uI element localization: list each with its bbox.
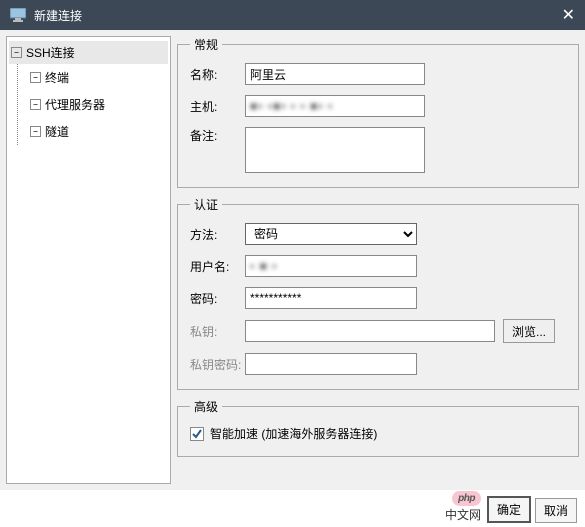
host-label: 主机: bbox=[190, 98, 245, 115]
user-label: 用户名: bbox=[190, 258, 245, 275]
brand-text: 中文网 bbox=[445, 506, 481, 523]
check-icon bbox=[191, 428, 203, 440]
tree-item-label: 代理服务器 bbox=[45, 96, 105, 113]
privkey-input[interactable] bbox=[245, 320, 495, 342]
advanced-legend: 高级 bbox=[190, 398, 222, 415]
app-icon bbox=[10, 8, 26, 22]
main-panel: 常规 名称: 主机: ■▪ ▪■▪ ▪ ▪ ■▪ ▪ 备注: 认证 方法: 密码 bbox=[177, 36, 579, 484]
privkey-pass-input[interactable] bbox=[245, 353, 417, 375]
name-label: 名称: bbox=[190, 66, 245, 83]
content: − SSH连接 − 终端 − 代理服务器 − 隧道 常规 名称: bbox=[0, 30, 585, 490]
accel-checkbox[interactable] bbox=[190, 427, 204, 441]
ok-button[interactable]: 确定 bbox=[487, 496, 531, 523]
user-input[interactable]: ▪ ■ ▪ bbox=[245, 255, 417, 277]
tree-item-label: 终端 bbox=[45, 69, 69, 86]
collapse-icon[interactable]: − bbox=[30, 126, 41, 137]
advanced-group: 高级 智能加速 (加速海外服务器连接) bbox=[177, 398, 579, 457]
tree-panel: − SSH连接 − 终端 − 代理服务器 − 隧道 bbox=[6, 36, 171, 484]
collapse-icon[interactable]: − bbox=[30, 99, 41, 110]
name-input[interactable] bbox=[245, 63, 425, 85]
method-select[interactable]: 密码 bbox=[245, 223, 417, 245]
accel-label: 智能加速 (加速海外服务器连接) bbox=[210, 425, 377, 442]
tree-children: − 终端 − 代理服务器 − 隧道 bbox=[17, 64, 168, 145]
collapse-icon[interactable]: − bbox=[11, 47, 22, 58]
brand-logo: php 中文网 bbox=[443, 491, 481, 523]
window-title: 新建连接 bbox=[34, 7, 82, 24]
titlebar: 新建连接 ✕ bbox=[0, 0, 585, 30]
tree-item-tunnel[interactable]: − 隧道 bbox=[28, 118, 168, 145]
privkey-label: 私钥: bbox=[190, 323, 245, 340]
php-pill: php bbox=[452, 491, 481, 506]
general-legend: 常规 bbox=[190, 36, 222, 53]
note-input[interactable] bbox=[245, 127, 425, 173]
tree-item-proxy[interactable]: − 代理服务器 bbox=[28, 91, 168, 118]
method-label: 方法: bbox=[190, 226, 245, 243]
cancel-button[interactable]: 取消 bbox=[535, 498, 577, 523]
collapse-icon[interactable]: − bbox=[30, 72, 41, 83]
password-input[interactable] bbox=[245, 287, 417, 309]
close-icon[interactable]: ✕ bbox=[562, 5, 575, 25]
browse-button[interactable]: 浏览... bbox=[503, 319, 555, 343]
privkey-pass-label: 私钥密码: bbox=[190, 356, 245, 373]
general-group: 常规 名称: 主机: ■▪ ▪■▪ ▪ ▪ ■▪ ▪ 备注: bbox=[177, 36, 579, 188]
auth-legend: 认证 bbox=[190, 196, 222, 213]
password-label: 密码: bbox=[190, 290, 245, 307]
tree-root-label: SSH连接 bbox=[26, 44, 75, 61]
auth-group: 认证 方法: 密码 用户名: ▪ ■ ▪ 密码: 私钥: 浏览... bbox=[177, 196, 579, 390]
host-input[interactable]: ■▪ ▪■▪ ▪ ▪ ■▪ ▪ bbox=[245, 95, 425, 117]
tree-root-ssh[interactable]: − SSH连接 bbox=[9, 41, 168, 64]
note-label: 备注: bbox=[190, 127, 245, 144]
footer: php 中文网 确定 取消 bbox=[443, 491, 577, 523]
tree-item-label: 隧道 bbox=[45, 123, 69, 140]
tree-item-terminal[interactable]: − 终端 bbox=[28, 64, 168, 91]
